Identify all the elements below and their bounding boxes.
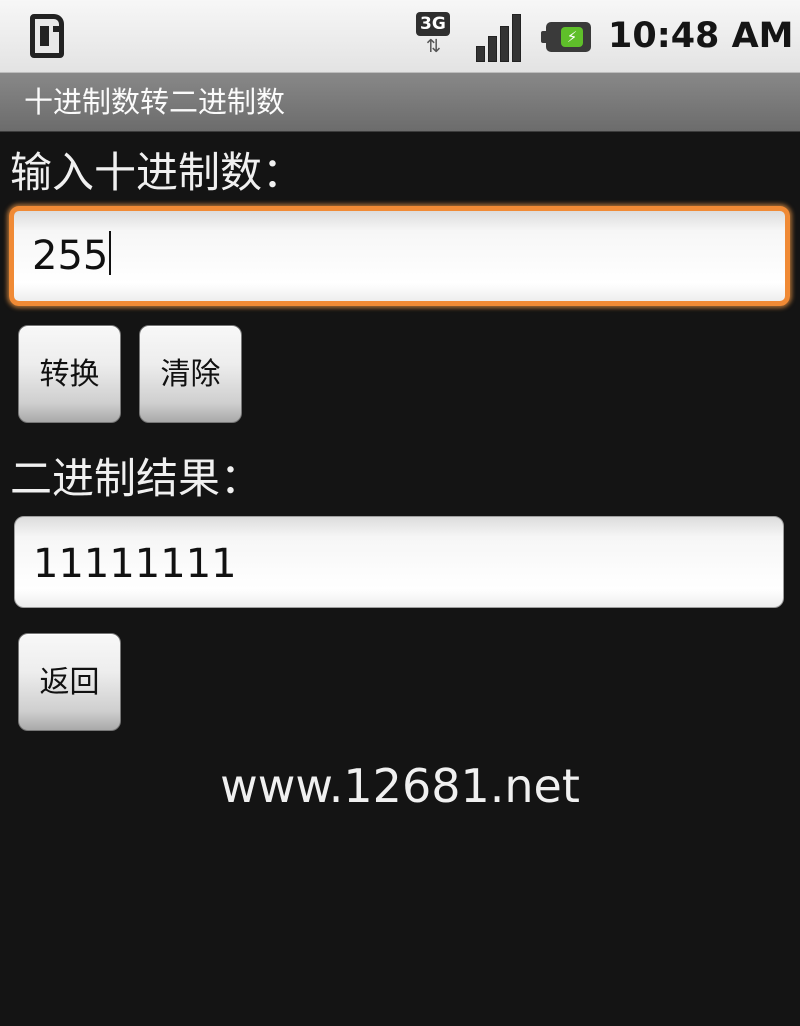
sim-card-icon xyxy=(30,14,64,58)
clear-button[interactable]: 清除 xyxy=(139,325,242,423)
app-title: 十进制数转二进制数 xyxy=(24,85,286,119)
decimal-input-value: 255 xyxy=(32,233,109,279)
charging-bolt-icon: ⚡ xyxy=(561,27,583,47)
3g-network-icon: 3G ⇅ xyxy=(416,12,468,60)
binary-result-value: 11111111 xyxy=(33,541,237,587)
back-button[interactable]: 返回 xyxy=(18,633,121,731)
data-activity-icon: ⇅ xyxy=(426,36,441,57)
decimal-input-field[interactable]: 255 xyxy=(9,206,790,306)
decimal-input-label: 输入十进制数： xyxy=(10,148,305,197)
binary-result-label: 二进制结果： xyxy=(10,454,263,503)
battery-charging-icon: ⚡ xyxy=(541,22,591,52)
status-clock: 10:48 AM xyxy=(608,16,794,56)
network-type-label: 3G xyxy=(416,12,450,36)
convert-button[interactable]: 转换 xyxy=(18,325,121,423)
binary-result-field[interactable]: 11111111 xyxy=(14,516,784,608)
status-bar: 3G ⇅ ⚡ 10:48 AM xyxy=(0,0,800,73)
signal-strength-icon xyxy=(474,12,530,62)
app-title-bar: 十进制数转二进制数 xyxy=(0,73,800,132)
site-watermark: www.12681.net xyxy=(220,759,580,813)
text-cursor xyxy=(109,231,112,275)
